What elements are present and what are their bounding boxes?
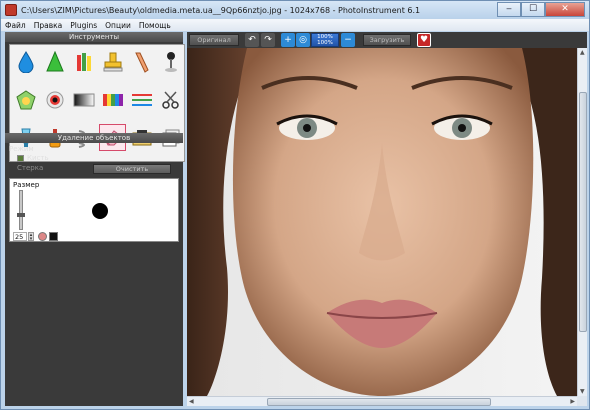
image-canvas[interactable] bbox=[187, 48, 577, 396]
menu-options[interactable]: Опции bbox=[105, 21, 131, 30]
gem-icon bbox=[15, 89, 36, 109]
gift-icon[interactable]: ♥ bbox=[417, 33, 431, 47]
brush-checkbox[interactable] bbox=[17, 154, 24, 162]
paint-tubes-icon bbox=[76, 52, 91, 71]
scroll-right-icon[interactable]: ▶ bbox=[570, 398, 575, 405]
zoom-out-icon[interactable]: − bbox=[341, 33, 355, 47]
cone-green-icon bbox=[45, 50, 64, 71]
left-panel: Инструменты Удаление объектов Режим Кист… bbox=[5, 32, 185, 406]
eye-red-icon bbox=[46, 91, 63, 108]
tools-grid bbox=[9, 44, 185, 162]
tool-gem[interactable] bbox=[12, 86, 39, 113]
tool-eye[interactable] bbox=[41, 86, 68, 113]
size-spinner[interactable]: ▴ ▾ bbox=[28, 232, 34, 242]
window-title: C:\Users\ZIM\Pictures\Beauty\oldmedia.me… bbox=[21, 5, 421, 15]
scissors-icon bbox=[161, 90, 179, 109]
scroll-up-icon[interactable]: ▲ bbox=[580, 49, 585, 56]
vertical-scrollbar[interactable]: ▲ ▼ bbox=[577, 48, 587, 396]
tool-scissors[interactable] bbox=[157, 86, 184, 113]
app-window: C:\Users\ZIM\Pictures\Beauty\oldmedia.me… bbox=[0, 0, 590, 410]
app-icon bbox=[5, 4, 17, 16]
eraser-option: Стерка bbox=[17, 164, 43, 172]
tool-pin[interactable] bbox=[157, 48, 184, 75]
brush-option[interactable]: Кисть bbox=[17, 154, 49, 162]
zoom-in-icon[interactable]: + bbox=[281, 33, 295, 47]
drop-blue-icon bbox=[17, 50, 34, 73]
close-button[interactable]: ✕ bbox=[545, 2, 585, 17]
tool-gradient[interactable] bbox=[70, 86, 97, 113]
size-box: Размер 25 ▴ ▾ bbox=[9, 178, 179, 242]
maximize-button[interactable]: ☐ bbox=[521, 2, 545, 17]
mode-label: Режим bbox=[9, 145, 34, 153]
zoom-display: 100% 100% bbox=[311, 33, 339, 47]
tool-cone[interactable] bbox=[41, 48, 68, 75]
clear-button[interactable]: Очистить bbox=[93, 164, 171, 174]
brush-option-label: Кисть bbox=[27, 154, 49, 162]
tool-stamp[interactable] bbox=[99, 48, 126, 75]
size-value-input[interactable]: 25 bbox=[13, 232, 27, 241]
menu-file[interactable]: Файл bbox=[5, 21, 26, 30]
size-label: Размер bbox=[13, 181, 40, 189]
undo-icon[interactable]: ↶ bbox=[245, 33, 259, 47]
stamp-icon bbox=[103, 52, 122, 71]
tools-header: Инструменты bbox=[5, 32, 183, 42]
portrait-image bbox=[187, 48, 577, 396]
horizontal-scrollbar[interactable]: ◀ ▶ bbox=[187, 396, 577, 406]
image-toolbar: Оригинал ↶ ↷ + ◎ 100% 100% − Загрузить ♥ bbox=[187, 32, 587, 48]
tool-tubes[interactable] bbox=[70, 48, 97, 75]
zoom-bottom-label: 100% bbox=[317, 40, 333, 46]
window-controls: ‒ ☐ ✕ bbox=[497, 2, 585, 17]
size-slider[interactable] bbox=[17, 190, 25, 230]
gradient-icon bbox=[73, 93, 94, 106]
minimize-button[interactable]: ‒ bbox=[497, 2, 521, 17]
eraser-option-label: Стерка bbox=[17, 164, 44, 172]
menu-help[interactable]: Помощь bbox=[139, 21, 171, 30]
brush-preview bbox=[92, 203, 108, 219]
pin-icon bbox=[164, 51, 177, 72]
redo-icon[interactable]: ↷ bbox=[261, 33, 275, 47]
vertical-scroll-thumb[interactable] bbox=[579, 92, 587, 332]
resize-grip[interactable] bbox=[577, 396, 587, 406]
brush-shape-square-icon[interactable] bbox=[49, 232, 58, 241]
menu-plugins[interactable]: Plugins bbox=[70, 21, 97, 30]
zoom-fit-icon[interactable]: ◎ bbox=[296, 33, 310, 47]
lines-icon bbox=[131, 93, 152, 106]
size-slider-thumb[interactable] bbox=[17, 213, 25, 217]
tool-lines[interactable] bbox=[128, 86, 155, 113]
scroll-down-icon[interactable]: ▼ bbox=[580, 388, 585, 395]
brush-shape-round-icon[interactable] bbox=[38, 232, 47, 241]
scroll-left-icon[interactable]: ◀ bbox=[189, 398, 194, 405]
menu-edit[interactable]: Правка bbox=[34, 21, 63, 30]
title-bar[interactable]: C:\Users\ZIM\Pictures\Beauty\oldmedia.me… bbox=[1, 1, 589, 19]
color-bars-icon bbox=[102, 93, 123, 106]
pencil-icon bbox=[134, 52, 149, 73]
horizontal-scroll-thumb[interactable] bbox=[267, 398, 491, 406]
tool-colorbars[interactable] bbox=[99, 86, 126, 113]
original-button[interactable]: Оригинал bbox=[189, 34, 239, 46]
tool-pencil[interactable] bbox=[128, 48, 155, 75]
save-button[interactable]: Загрузить bbox=[363, 34, 411, 46]
menu-bar: Файл Правка Plugins Опции Помощь bbox=[1, 19, 589, 31]
object-removal-header: Удаление объектов bbox=[5, 133, 183, 143]
tool-drop[interactable] bbox=[12, 48, 39, 75]
